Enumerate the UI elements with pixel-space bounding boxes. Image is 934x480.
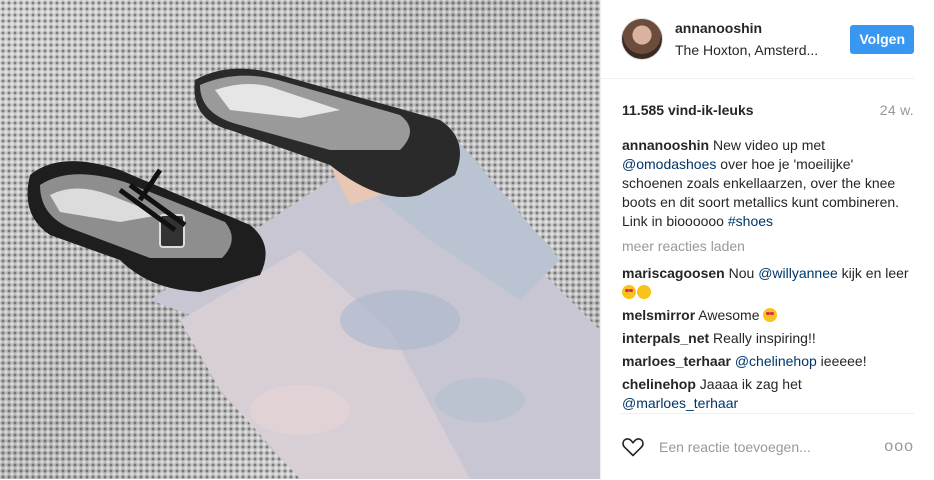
comment-username[interactable]: marloes_terhaar [622, 353, 731, 369]
kiss-emoji-icon [637, 285, 651, 299]
caption-text-1: New video up met [713, 137, 826, 153]
list-item: mariscagoosen Nou @willyannee kijk en le… [622, 264, 914, 302]
heart-icon[interactable] [621, 435, 645, 459]
comment-mention[interactable]: @chelinehop [735, 353, 817, 369]
avatar[interactable] [621, 18, 663, 60]
more-options-icon[interactable]: ooo [884, 438, 914, 456]
comment-username[interactable]: interpals_net [622, 330, 709, 346]
caption-hashtag[interactable]: #shoes [728, 213, 773, 229]
comments-list: annanooshin New video up met @omodashoes… [622, 136, 914, 411]
caption-username[interactable]: annanooshin [622, 137, 709, 153]
post-location[interactable]: The Hoxton, Amsterd... [675, 40, 842, 60]
list-item: melsmirror Awesome [622, 306, 914, 325]
list-item: marloes_terhaar @chelinehop ieeeee! [622, 352, 914, 371]
comment-text: Nou [728, 265, 755, 281]
heart-eyes-emoji-icon [763, 308, 778, 322]
load-more-comments[interactable]: meer reacties laden [622, 237, 914, 256]
post-header: annanooshin The Hoxton, Amsterd... Volge… [601, 0, 914, 79]
list-item: interpals_net Really inspiring!! [622, 329, 914, 348]
caption-mention[interactable]: @omodashoes [622, 156, 716, 172]
comment-mention[interactable]: @marloes_terhaar [622, 395, 738, 411]
follow-button[interactable]: Volgen [850, 24, 914, 54]
comment-username[interactable]: mariscagoosen [622, 265, 725, 281]
comment-username[interactable]: melsmirror [622, 307, 695, 323]
comment-username[interactable]: chelinehop [622, 376, 696, 392]
comment-mention[interactable]: @willyannee [758, 265, 838, 281]
comment-text: Jaaaa ik zag het [699, 376, 802, 392]
comment-input[interactable] [657, 438, 885, 456]
post-age[interactable]: 24 w. [880, 102, 914, 118]
post-sidebar: annanooshin The Hoxton, Amsterd... Volge… [600, 0, 934, 479]
list-item: chelinehop Jaaaa ik zag het @marloes_ter… [622, 375, 914, 411]
photo-illustration [27, 68, 600, 479]
heart-eyes-emoji-icon [622, 285, 636, 299]
caption: annanooshin New video up met @omodashoes… [622, 136, 914, 231]
comment-text: Really inspiring!! [713, 330, 816, 346]
comment-text-after: ieeeee! [820, 353, 867, 369]
likes-count[interactable]: 11.585 vind-ik-leuks [622, 102, 754, 118]
comment-footer: ooo [621, 413, 914, 480]
comment-text-after: kijk en leer [841, 265, 909, 281]
post-dialog: annanooshin The Hoxton, Amsterd... Volge… [0, 0, 934, 479]
header-info: annanooshin The Hoxton, Amsterd... [675, 19, 842, 60]
post-photo[interactable] [0, 0, 600, 479]
post-username[interactable]: annanooshin [675, 19, 842, 37]
comment-text: Awesome [698, 307, 760, 323]
likes-row: 11.585 vind-ik-leuks 24 w. [601, 79, 934, 121]
